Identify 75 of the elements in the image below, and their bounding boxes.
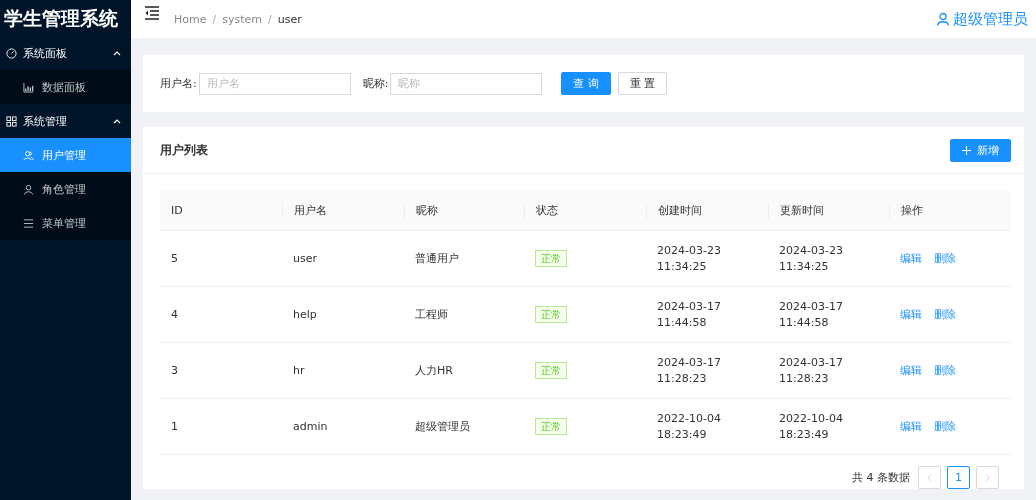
table-cell: 2024-03-23 11:34:25 xyxy=(657,243,721,273)
table-cell: help xyxy=(293,307,317,321)
app-title: 学生管理系统 xyxy=(3,6,119,31)
sidebar-item[interactable]: 菜单管理 xyxy=(0,206,131,240)
chevron-right-icon xyxy=(985,473,990,482)
table-cell: 1 xyxy=(171,419,178,433)
breadcrumb-item[interactable]: Home xyxy=(174,12,207,26)
breadcrumb-item[interactable]: system xyxy=(222,12,262,26)
column-header: 状态 xyxy=(536,203,558,217)
status-tag: 正常 xyxy=(535,249,567,267)
field-label: 昵称: xyxy=(362,76,389,91)
table-cell: 2022-10-04 18:23:49 xyxy=(657,411,721,441)
table-cell: 2024-03-17 11:44:58 xyxy=(779,299,843,329)
users-icon xyxy=(23,149,34,161)
status-tag: 正常 xyxy=(535,361,567,379)
sidebar-item[interactable]: 用户管理 xyxy=(0,138,131,172)
breadcrumb-item: user xyxy=(277,12,302,26)
table-cell: 2022-10-04 18:23:49 xyxy=(779,411,843,441)
column-header: ID xyxy=(171,203,183,217)
delete-link[interactable]: 删除 xyxy=(934,363,956,377)
column-header: 创建时间 xyxy=(658,203,702,217)
breadcrumb-separator: / xyxy=(268,12,272,26)
edit-link[interactable]: 编辑 xyxy=(900,307,922,321)
table-cell: 3 xyxy=(171,363,178,377)
gauge-icon xyxy=(6,47,17,59)
menu-fold-icon[interactable] xyxy=(144,6,160,20)
sidebar-group[interactable]: 系统管理 xyxy=(0,104,131,138)
table-cell: user xyxy=(293,251,317,265)
table-cell: 2024-03-17 11:28:23 xyxy=(779,355,843,385)
caret-icon xyxy=(113,50,121,56)
delete-link[interactable]: 删除 xyxy=(934,307,956,321)
table-cell: hr xyxy=(293,363,305,377)
search-button[interactable]: 查 询 xyxy=(561,72,611,95)
edit-link[interactable]: 编辑 xyxy=(900,363,922,377)
edit-link[interactable]: 编辑 xyxy=(900,419,922,433)
chart-icon xyxy=(23,81,34,93)
user-icon xyxy=(23,183,34,195)
edit-link[interactable]: 编辑 xyxy=(900,251,922,265)
column-header: 更新时间 xyxy=(780,203,824,217)
input-field[interactable]: 用户名 xyxy=(198,72,351,95)
table-cell: 普通用户 xyxy=(415,251,459,265)
field-label: 用户名: xyxy=(160,76,197,91)
grid-icon xyxy=(6,115,17,127)
user-icon xyxy=(936,12,950,26)
table-cell: 2024-03-17 11:28:23 xyxy=(657,355,721,385)
table-cell: 4 xyxy=(171,307,178,321)
breadcrumb-separator: / xyxy=(212,12,217,26)
column-header: 操作 xyxy=(901,203,923,217)
sidebar-group[interactable]: 系统面板 xyxy=(0,36,131,70)
chevron-left-icon xyxy=(927,473,932,482)
caret-icon xyxy=(113,118,121,124)
column-header: 用户名 xyxy=(294,203,327,217)
delete-link[interactable]: 删除 xyxy=(934,251,956,265)
table-cell: 工程师 xyxy=(415,307,448,321)
delete-link[interactable]: 删除 xyxy=(934,419,956,433)
card-title: 用户列表 xyxy=(160,141,208,159)
add-button[interactable]: 新增 xyxy=(950,138,1011,162)
input-field[interactable]: 昵称 xyxy=(390,72,543,95)
table-cell: 2024-03-23 11:34:25 xyxy=(779,243,843,273)
column-header: 昵称 xyxy=(416,203,438,217)
table-cell: 人力HR xyxy=(415,363,453,377)
user-menu[interactable]: 超级管理员 xyxy=(936,9,1028,29)
total-count: 共 4 条数据 xyxy=(852,470,910,485)
table-cell: 2024-03-17 11:44:58 xyxy=(657,299,721,329)
status-tag: 正常 xyxy=(535,417,567,435)
table-cell: 5 xyxy=(171,251,178,265)
page-button[interactable]: 1 xyxy=(947,466,970,489)
table-cell: admin xyxy=(293,419,328,433)
table-cell: 超级管理员 xyxy=(415,419,470,433)
sidebar-item[interactable]: 数据面板 xyxy=(0,70,131,104)
reset-button[interactable]: 重 置 xyxy=(617,72,668,95)
plus-icon xyxy=(962,145,971,155)
list-icon xyxy=(23,217,34,229)
status-tag: 正常 xyxy=(535,305,567,323)
sidebar-item[interactable]: 角色管理 xyxy=(0,172,131,206)
